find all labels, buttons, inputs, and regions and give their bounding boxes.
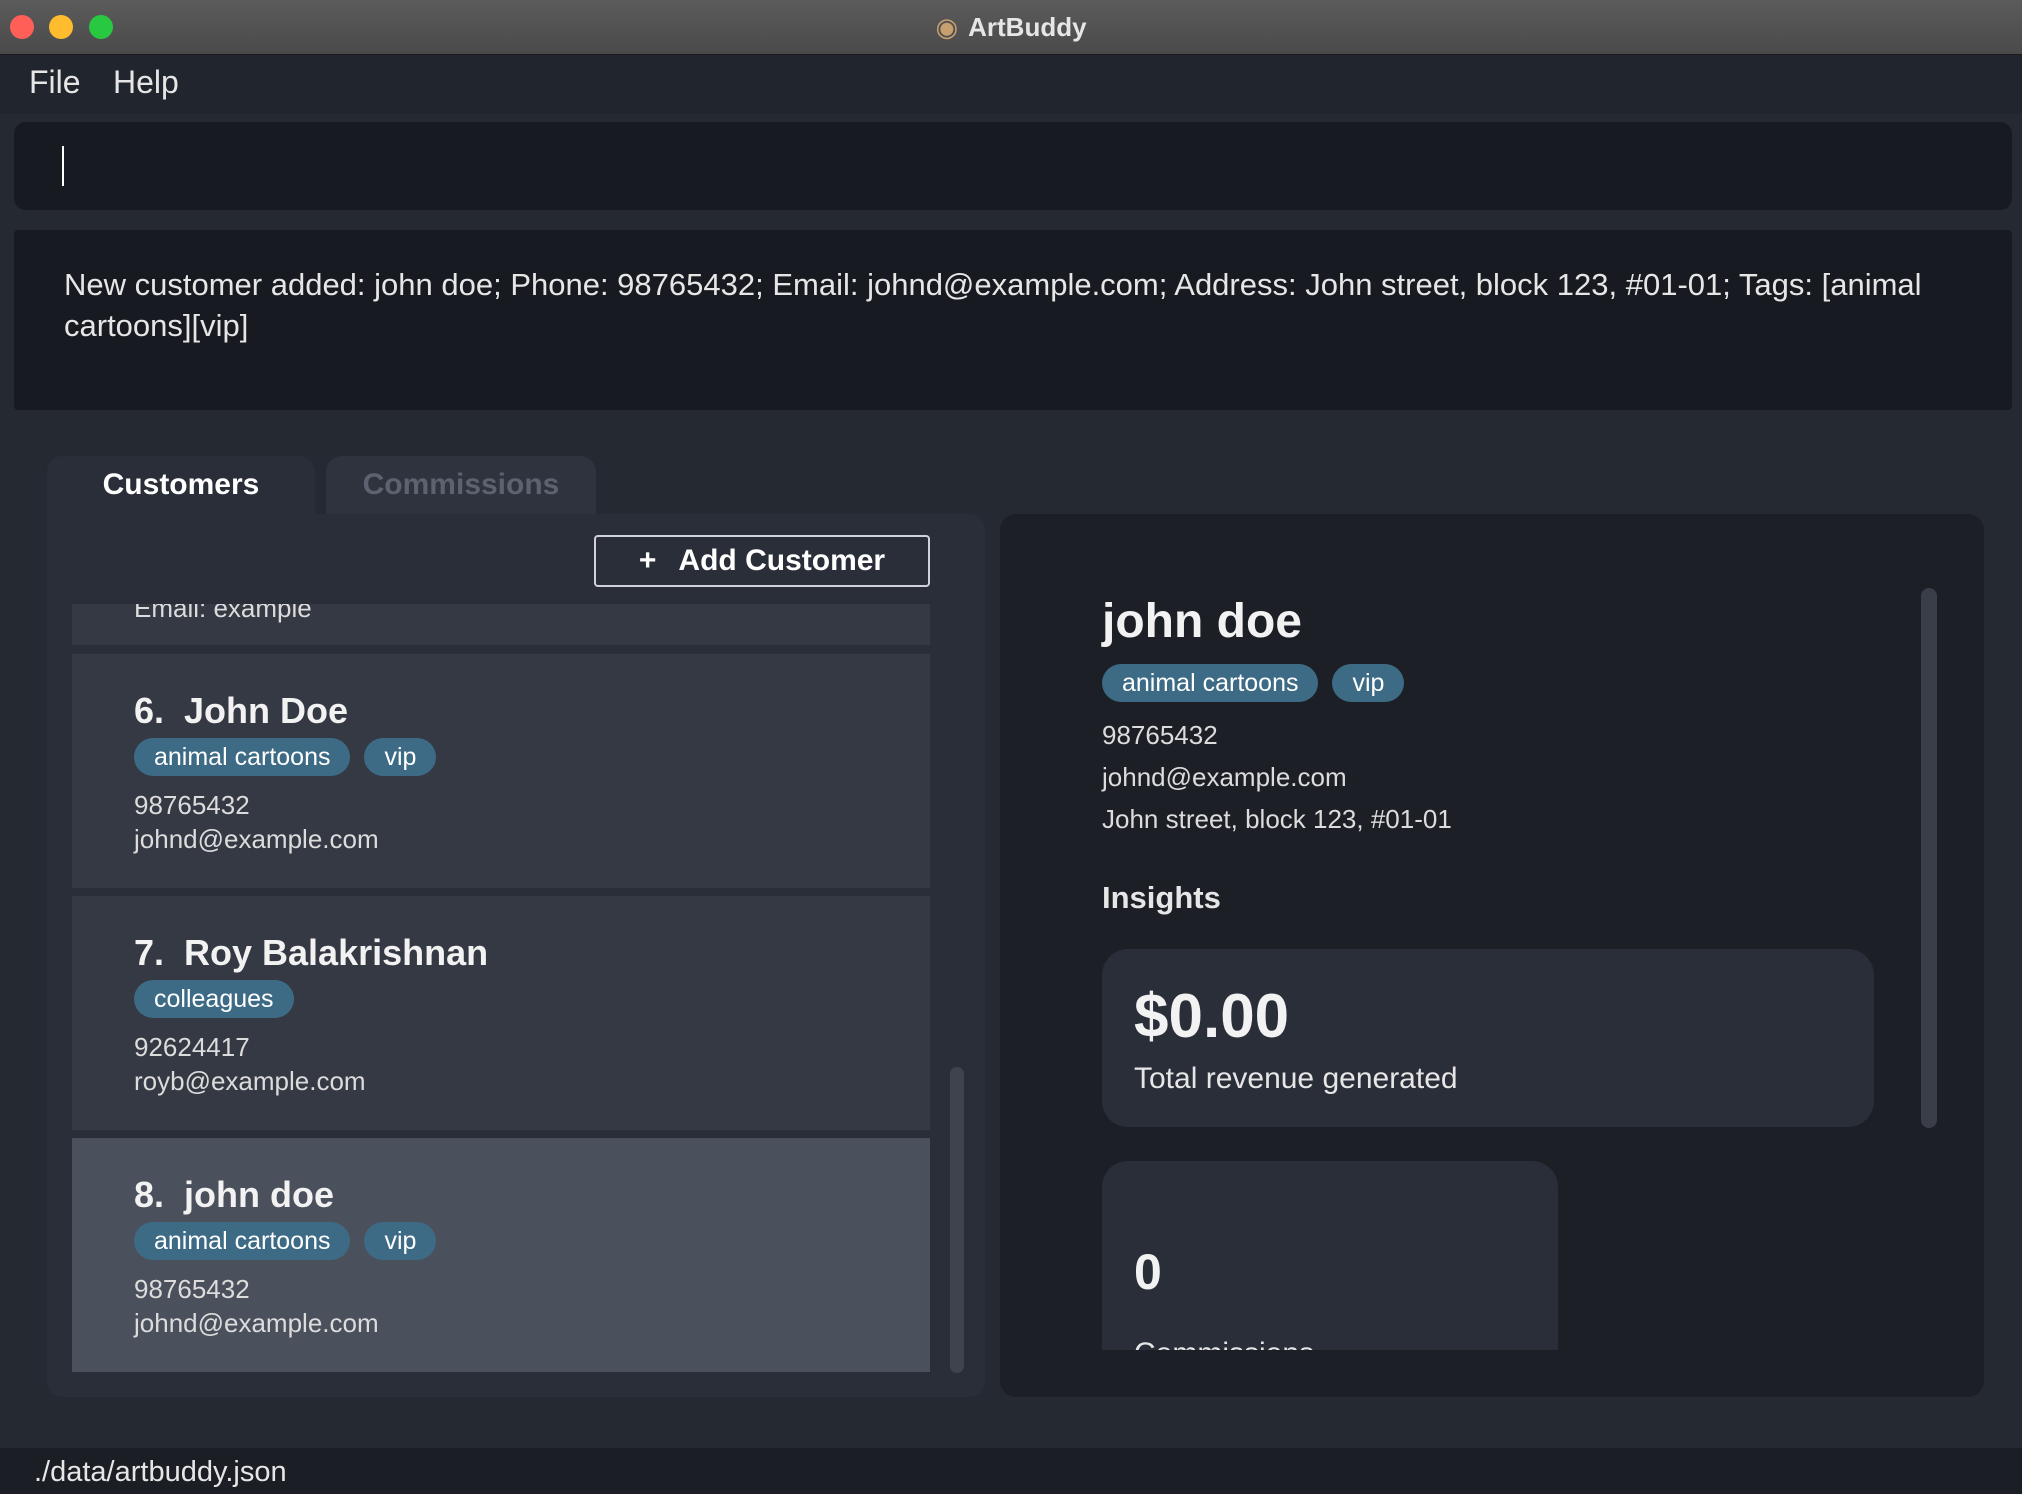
- tag-badge: animal cartoons: [134, 738, 351, 776]
- detail-scrollbar[interactable]: [1921, 588, 1937, 1128]
- data-file-path: ./data/artbuddy.json: [34, 1456, 287, 1488]
- detail-tags: animal cartoons vip: [1102, 664, 1405, 702]
- customer-name: 6. John Doe: [134, 690, 349, 731]
- commissions-insight-card: 0 Commissions: [1102, 1161, 1558, 1350]
- add-customer-label: Add Customer: [678, 544, 886, 577]
- window-title: ArtBuddy: [968, 11, 1087, 42]
- tab-commissions[interactable]: Commissions: [326, 456, 596, 514]
- menu-bar: File Help: [0, 55, 2022, 114]
- detail-phone: 98765432: [1102, 720, 1218, 750]
- revenue-insight-card: $0.00 Total revenue generated: [1102, 949, 1874, 1127]
- list-item[interactable]: Email: example: [72, 604, 930, 645]
- tag-badge: animal cartoons: [134, 1222, 351, 1260]
- customer-email: johnd@example.com: [134, 1308, 379, 1338]
- revenue-label: Total revenue generated: [1134, 1062, 1458, 1095]
- tag-badge: animal cartoons: [1102, 664, 1319, 702]
- add-customer-button[interactable]: + Add Customer: [594, 535, 930, 587]
- tag-badge: colleagues: [134, 980, 294, 1018]
- command-input[interactable]: [62, 144, 1966, 190]
- result-display: New customer added: john doe; Phone: 987…: [14, 230, 2012, 410]
- palette-icon: ◉: [935, 12, 959, 42]
- customer-list[interactable]: Email: example 6. John Doe animal cartoo…: [72, 604, 930, 1372]
- status-bar: ./data/artbuddy.json: [0, 1448, 2022, 1494]
- detail-address: John street, block 123, #01-01: [1102, 804, 1452, 834]
- customer-tags: animal cartoons vip: [134, 738, 437, 776]
- customer-tags: animal cartoons vip: [134, 1222, 437, 1260]
- tag-badge: vip: [364, 1222, 437, 1260]
- commissions-count: 0: [1134, 1244, 1162, 1300]
- command-box: [14, 122, 2012, 210]
- tag-badge: vip: [364, 738, 437, 776]
- customer-phone: 92624417: [134, 1032, 250, 1062]
- plus-icon: +: [638, 544, 657, 577]
- customer-email: johnd@example.com: [134, 824, 379, 854]
- revenue-value: $0.00: [1134, 982, 1290, 1051]
- tag-badge: vip: [1332, 664, 1405, 702]
- result-message: New customer added: john doe; Phone: 987…: [64, 267, 1922, 343]
- menu-file[interactable]: File: [29, 64, 81, 101]
- customer-email: royb@example.com: [134, 1066, 366, 1096]
- text-caret: [62, 146, 64, 186]
- list-item-selected[interactable]: 8. john doe animal cartoons vip 98765432…: [72, 1138, 930, 1372]
- list-item[interactable]: 7. Roy Balakrishnan colleagues 92624417 …: [72, 896, 930, 1130]
- tab-customers[interactable]: Customers: [47, 456, 315, 514]
- insights-heading: Insights: [1102, 880, 1221, 915]
- detail-email: johnd@example.com: [1102, 762, 1347, 792]
- commissions-insight-viewport: 0 Commissions: [1102, 1161, 1558, 1350]
- title-bar: ◉ ArtBuddy: [0, 0, 2022, 55]
- detail-customer-name: john doe: [1102, 595, 1302, 648]
- list-scrollbar[interactable]: [950, 1067, 964, 1373]
- customer-phone: 98765432: [134, 790, 250, 820]
- customer-tags: colleagues: [134, 980, 294, 1018]
- customer-name: 8. john doe: [134, 1174, 335, 1215]
- customer-name: 7. Roy Balakrishnan: [134, 932, 489, 973]
- menu-help[interactable]: Help: [113, 64, 179, 101]
- commissions-label: Commissions: [1134, 1337, 1314, 1350]
- list-item[interactable]: 6. John Doe animal cartoons vip 98765432…: [72, 654, 930, 888]
- customer-phone: 98765432: [134, 1274, 250, 1304]
- customer-email: Email: example: [134, 604, 312, 623]
